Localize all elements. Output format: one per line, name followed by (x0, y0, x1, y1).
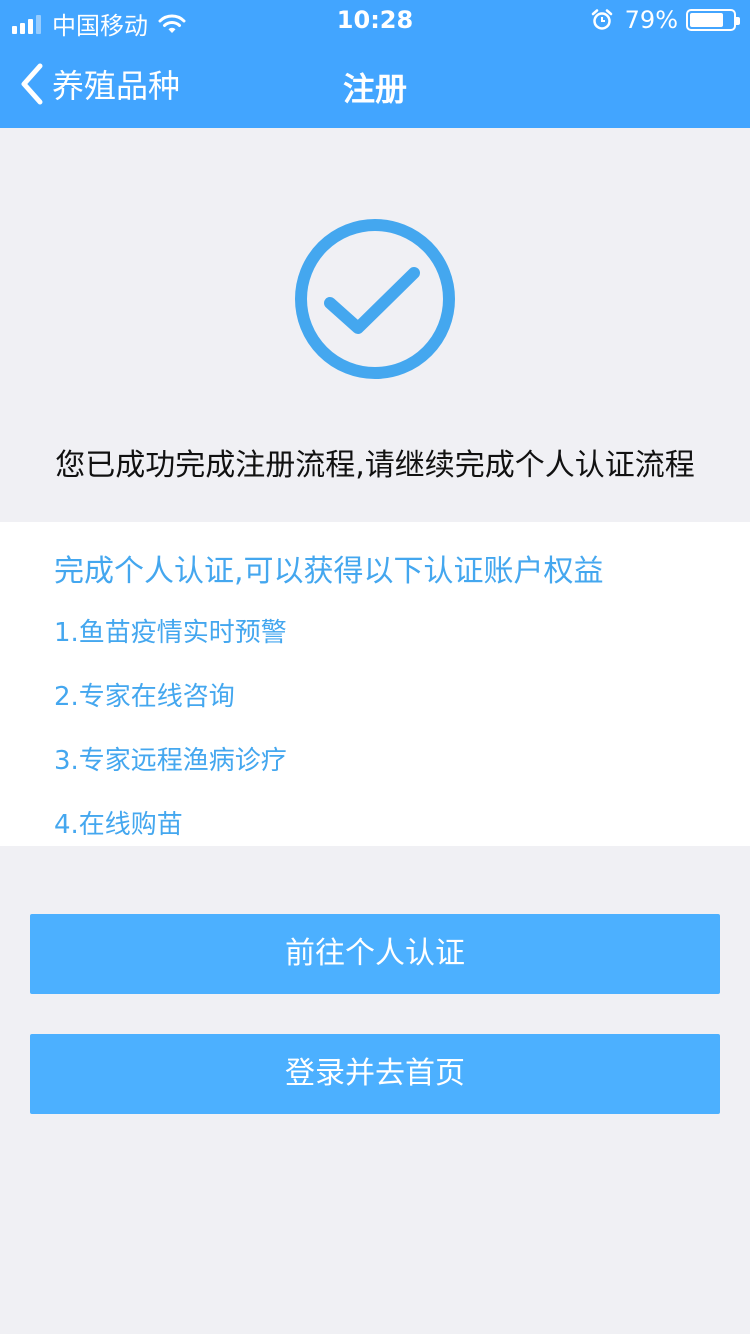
benefits-title: 完成个人认证,可以获得以下认证账户权益 (54, 554, 604, 589)
benefits-panel: 完成个人认证,可以获得以下认证账户权益 1.鱼苗疫情实时预警 2.专家在线咨询 … (0, 522, 750, 846)
battery-icon (686, 9, 740, 31)
nav-bar: 养殖品种 注册 (0, 40, 750, 128)
status-right: 79% (591, 6, 740, 34)
benefit-item: 3.专家远程渔病诊疗 (54, 746, 287, 776)
go-verify-button[interactable]: 前往个人认证 (30, 914, 720, 994)
benefit-item: 4.在线购苗 (54, 810, 183, 840)
benefit-item: 1.鱼苗疫情实时预警 (54, 618, 287, 648)
login-home-button[interactable]: 登录并去首页 (30, 1034, 720, 1114)
page-title: 注册 (342, 70, 407, 108)
header: 中国移动 10:28 79% 养殖品种 注册 (0, 0, 750, 128)
benefit-item: 2.专家在线咨询 (54, 682, 235, 712)
success-check-icon (294, 218, 456, 380)
battery-percent: 79% (624, 6, 678, 34)
success-message: 您已成功完成注册流程,请继续完成个人认证流程 (55, 448, 695, 483)
alarm-icon (591, 9, 612, 30)
status-bar: 中国移动 10:28 79% (0, 0, 750, 40)
battery-fill (690, 13, 724, 27)
